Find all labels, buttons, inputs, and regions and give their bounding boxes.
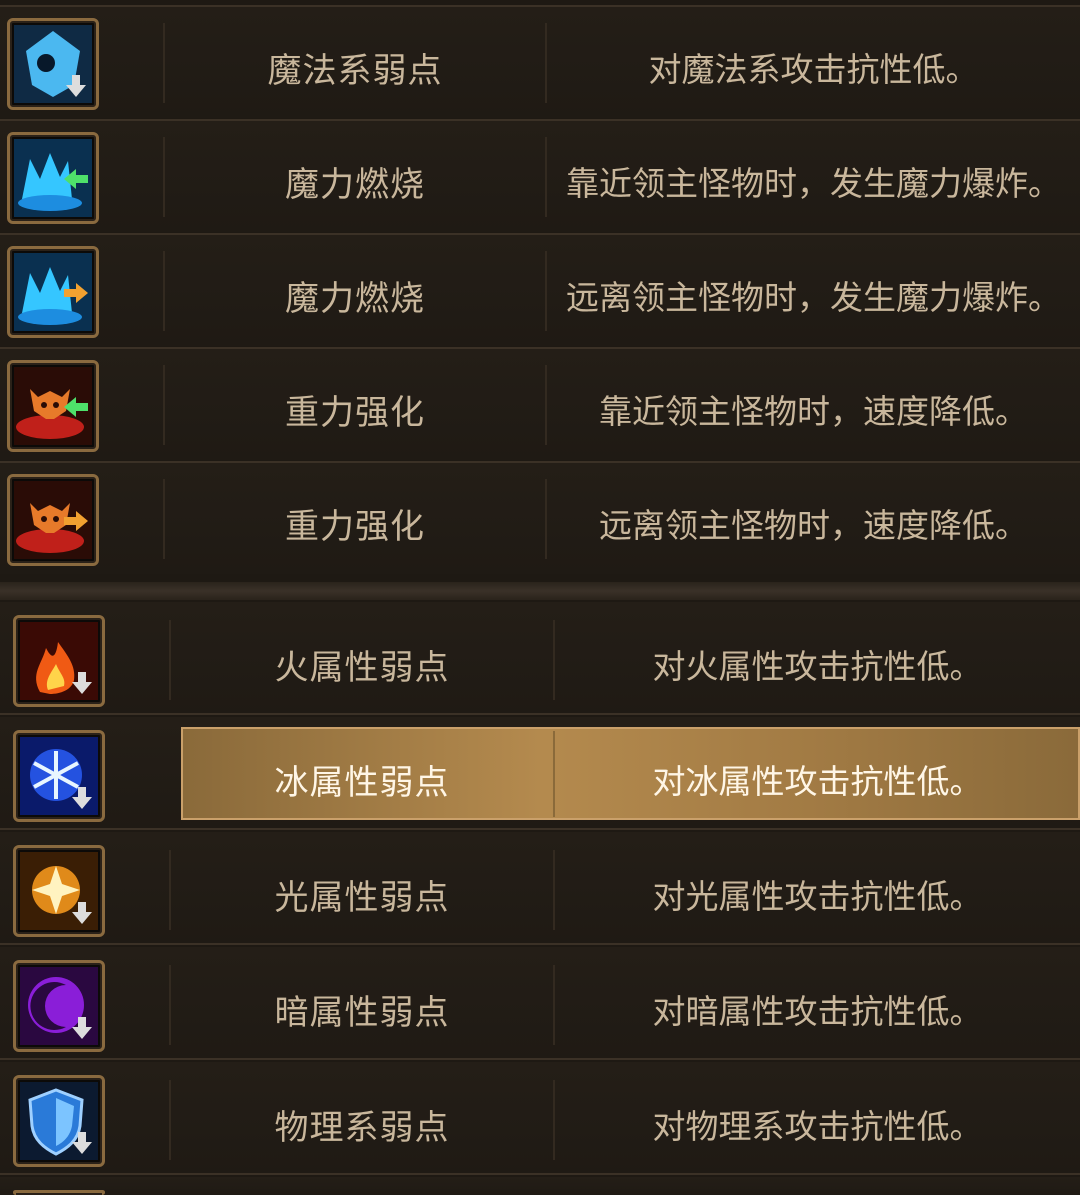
row-desc: 对暗属性攻击抗性低。 <box>652 992 983 1031</box>
row-desc: 靠近领主怪物时，发生魔力爆炸。 <box>566 164 1061 203</box>
row-name: 火属性弱点 <box>274 648 450 688</box>
row-desc: 远离领主怪物时，速度降低。 <box>599 506 1028 545</box>
row-desc: 对光属性攻击抗性低。 <box>652 877 983 916</box>
mana-burn-far-icon <box>7 246 99 338</box>
table-row[interactable]: 物理系弱点 对物理系攻击抗性低。 <box>0 1062 1080 1175</box>
fire-weakness-icon <box>13 615 105 707</box>
table-row[interactable]: 光属性弱点 对光属性攻击抗性低。 <box>0 832 1080 945</box>
table-row[interactable]: 魔力燃烧 远离领主怪物时，发生魔力爆炸。 <box>0 233 1080 346</box>
row-name: 魔力燃烧 <box>285 279 425 319</box>
table-row-partial <box>0 1177 1080 1195</box>
row-desc: 对火属性攻击抗性低。 <box>652 647 983 686</box>
dark-weakness-icon <box>13 960 105 1052</box>
row-name: 魔法系弱点 <box>267 51 443 91</box>
table-row[interactable]: 暗属性弱点 对暗属性攻击抗性低。 <box>0 947 1080 1060</box>
row-desc: 对魔法系攻击抗性低。 <box>648 50 979 89</box>
table-row[interactable]: 重力强化 靠近领主怪物时，速度降低。 <box>0 347 1080 460</box>
table-row[interactable]: 火属性弱点 对火属性攻击抗性低。 <box>0 602 1080 715</box>
row-name: 暗属性弱点 <box>274 993 450 1033</box>
row-desc: 靠近领主怪物时，速度降低。 <box>599 392 1028 431</box>
group-divider <box>0 582 1080 600</box>
gravity-far-icon <box>7 474 99 566</box>
table-row[interactable]: 魔力燃烧 靠近领主怪物时，发生魔力爆炸。 <box>0 119 1080 232</box>
table-row[interactable]: 重力强化 远离领主怪物时，速度降低。 <box>0 461 1080 574</box>
light-weakness-icon <box>13 845 105 937</box>
ice-weakness-icon <box>13 730 105 822</box>
row-name: 光属性弱点 <box>274 878 450 918</box>
partial-icon <box>13 1190 105 1195</box>
magic-weakness-icon <box>7 18 99 110</box>
row-desc: 对物理系攻击抗性低。 <box>652 1107 983 1146</box>
row-desc: 远离领主怪物时，发生魔力爆炸。 <box>566 278 1061 317</box>
mana-burn-near-icon <box>7 132 99 224</box>
row-name: 魔力燃烧 <box>285 165 425 205</box>
table-row[interactable]: 魔法系弱点 对魔法系攻击抗性低。 <box>0 5 1080 118</box>
row-name: 重力强化 <box>285 507 425 547</box>
row-name: 物理系弱点 <box>274 1108 450 1148</box>
row-name: 冰属性弱点 <box>274 763 450 803</box>
physical-weakness-icon <box>13 1075 105 1167</box>
table-row-selected[interactable]: 冰属性弱点 对冰属性攻击抗性低。 <box>0 717 1080 830</box>
gravity-near-icon <box>7 360 99 452</box>
row-desc: 对冰属性攻击抗性低。 <box>652 762 983 801</box>
row-name: 重力强化 <box>285 393 425 433</box>
